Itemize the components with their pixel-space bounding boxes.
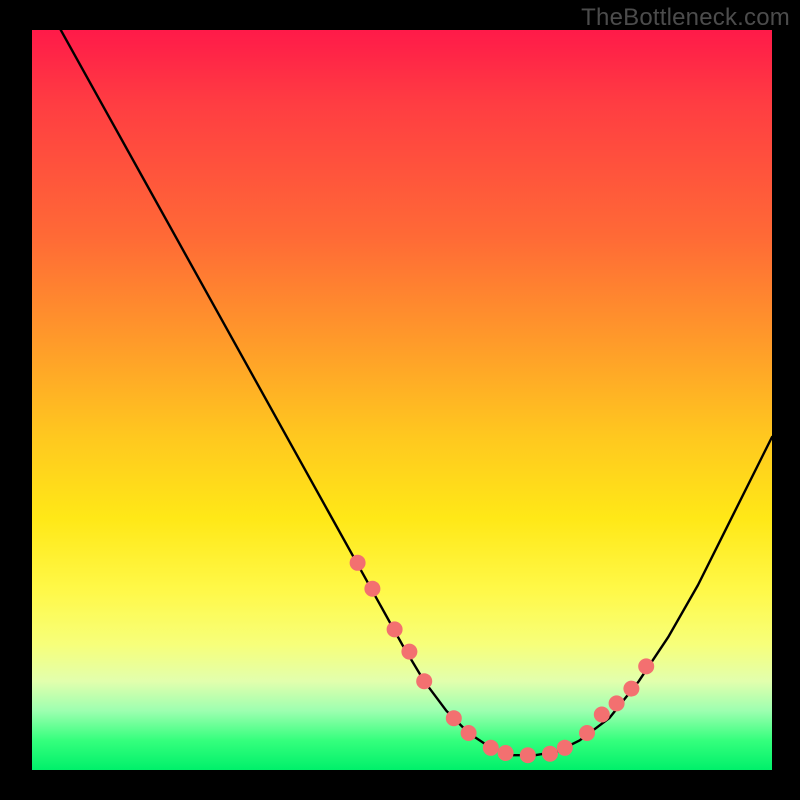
marker-dot: [364, 581, 380, 597]
marker-dot: [623, 681, 639, 697]
marker-dot: [542, 746, 558, 762]
marker-dot: [498, 745, 514, 761]
marker-dot: [638, 658, 654, 674]
watermark-text: TheBottleneck.com: [581, 4, 790, 32]
marker-dot: [594, 707, 610, 723]
bottleneck-curve: [32, 0, 772, 755]
marker-group: [350, 555, 655, 763]
marker-dot: [520, 747, 536, 763]
chart-svg: [32, 30, 772, 770]
marker-dot: [579, 725, 595, 741]
plot-area: [32, 30, 772, 770]
marker-dot: [557, 740, 573, 756]
marker-dot: [609, 695, 625, 711]
marker-dot: [401, 644, 417, 660]
marker-dot: [461, 725, 477, 741]
marker-dot: [483, 740, 499, 756]
marker-dot: [350, 555, 366, 571]
marker-dot: [416, 673, 432, 689]
chart-frame: TheBottleneck.com: [0, 0, 800, 800]
marker-dot: [387, 621, 403, 637]
marker-dot: [446, 710, 462, 726]
